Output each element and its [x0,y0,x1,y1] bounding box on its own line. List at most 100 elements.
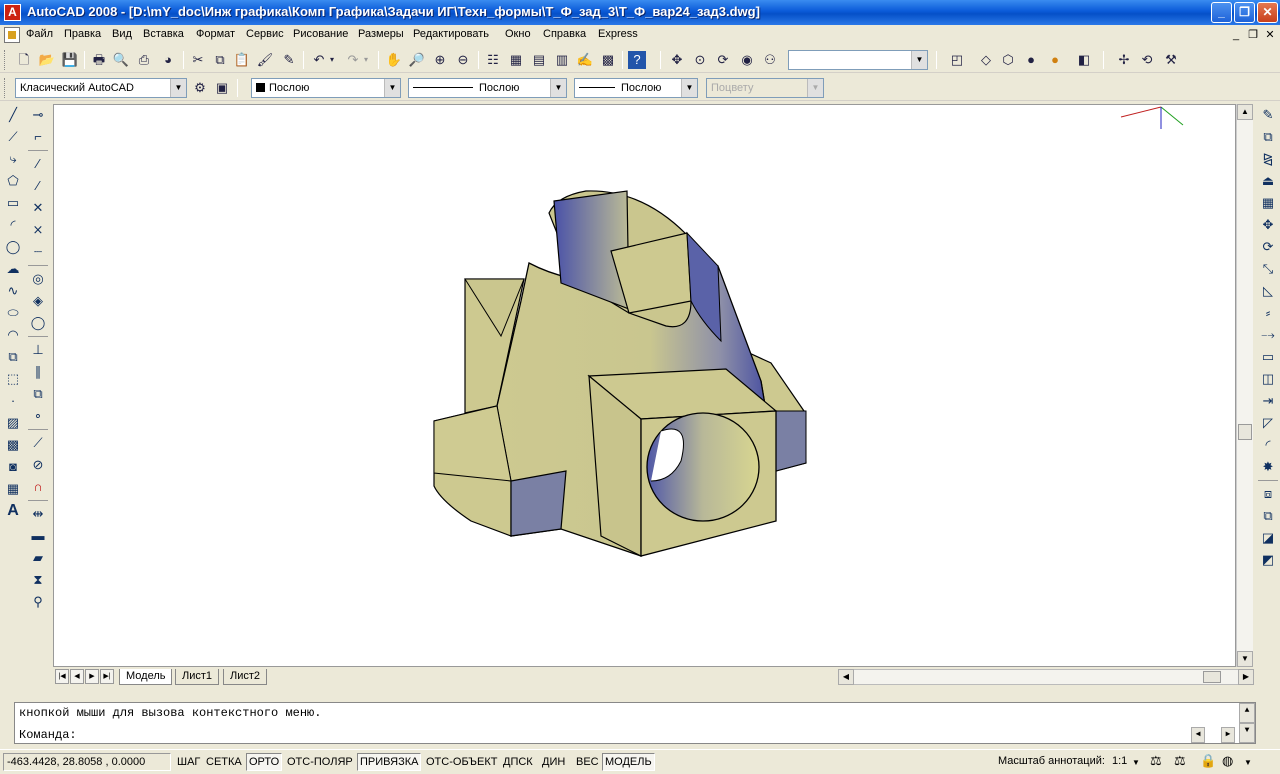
menu-modify[interactable]: Редактировать [413,28,489,40]
auto-scale-icon[interactable]: ⚖ [1174,753,1186,769]
render-region-icon[interactable]: ◰ [947,50,967,70]
open-file-icon[interactable]: 📂 [37,50,57,70]
cmd-scroll-up-button[interactable]: ▲ [1239,703,1255,723]
break-at-point-icon[interactable]: ▭ [1258,346,1278,368]
lineweight-combo[interactable]: Послою ▼ [574,78,698,98]
menu-window[interactable]: Окно [505,28,531,40]
vertical-scrollbar[interactable]: ▲ ▼ [1236,104,1253,667]
toggle-snap[interactable]: ШАГ [174,753,204,771]
new-file-icon[interactable]: 🗋 [14,50,34,70]
3d-dwf-icon[interactable]: ◕ [158,50,178,70]
polyline-icon[interactable]: ⤷ [3,148,23,170]
menu-view[interactable]: Вид [112,28,132,40]
toggle-polar[interactable]: ОТС-ПОЛЯР [284,753,356,771]
dim-aligned-icon[interactable]: ▬ [28,525,48,547]
dim-ordinate-icon[interactable]: ▰ [28,547,48,569]
command-prompt[interactable]: Команда: [19,728,77,742]
menu-help[interactable]: Справка [543,28,586,40]
annotation-visibility-icon[interactable]: ⚖ [1150,753,1162,769]
gradient-icon[interactable]: ▩ [3,434,23,456]
send-under-icon[interactable]: ◩ [1258,549,1278,571]
design-center-icon[interactable]: ▦ [506,50,526,70]
scroll-left-button[interactable]: ◀ [838,669,854,685]
linetype-combo[interactable]: Послою ▼ [408,78,567,98]
table-icon[interactable]: ▦ [3,478,23,500]
markup-icon[interactable]: ✍ [575,50,595,70]
copy-object-icon[interactable]: ⧉ [1258,126,1278,148]
menu-insert[interactable]: Вставка [143,28,184,40]
snap-perpendicular-icon[interactable]: ⊥ [28,339,48,361]
menu-dimension[interactable]: Размеры [358,28,404,40]
move-icon[interactable]: ✥ [1258,214,1278,236]
snap-intersection-icon[interactable]: ✕ [28,197,48,219]
dim-linear-icon[interactable]: ⇹ [28,503,48,525]
snap-parallel-icon[interactable]: ∥ [28,361,48,383]
block-editor-icon[interactable]: ✎ [279,50,299,70]
save-icon[interactable]: 💾 [60,50,80,70]
stretch-icon[interactable]: ◺ [1258,280,1278,302]
properties-icon[interactable]: ☷ [483,50,503,70]
command-line[interactable]: кнопкой мыши для вызова контекстного мен… [14,702,1256,744]
cmd-scroll-down-button[interactable]: ▼ [1239,723,1255,743]
tool-palettes-icon[interactable]: ▤ [529,50,549,70]
snap-extension-icon[interactable]: ┈ [28,241,48,263]
last-tab-button[interactable]: ▶| [100,669,114,684]
redo-icon[interactable]: ↷ [343,50,363,70]
spline-icon[interactable]: ∿ [3,280,23,302]
annotation-scale-value[interactable]: 1:1 [1112,755,1127,767]
zoom-icon[interactable]: ⊙ [690,50,710,70]
2d-wireframe-icon[interactable]: ◇ [976,50,996,70]
chamfer-icon[interactable]: ◸ [1258,412,1278,434]
close-button[interactable]: ✕ [1257,2,1278,23]
region-icon[interactable]: ◙ [3,456,23,478]
workspace-settings-icon[interactable]: ⚙ [190,78,210,98]
scroll-down-button[interactable]: ▼ [1237,651,1253,667]
sheet-set-icon[interactable]: ▥ [552,50,572,70]
view-combo[interactable]: ▼ [788,50,928,70]
snap-midpoint-icon[interactable]: ⁄ [28,175,48,197]
rotate-3d-icon[interactable]: ⟲ [1137,50,1157,70]
extend-icon[interactable]: ⤍ [1258,324,1278,346]
ellipse-arc-icon[interactable]: ◠ [3,324,23,346]
next-tab-button[interactable]: ▶ [85,669,99,684]
comm-center-icon[interactable]: ◍ [1222,753,1233,769]
coordinates-readout[interactable]: -463.4428, 28.8058 , 0.0000 [3,753,171,771]
zoom-realtime-icon[interactable]: 🔎 [407,50,427,70]
conceptual-icon[interactable]: ● [1045,50,1065,70]
cmd-hscroll-right[interactable]: ▶ [1221,727,1235,743]
scroll-up-button[interactable]: ▲ [1237,104,1253,120]
annotation-scale-dropdown-icon[interactable]: ▼ [1132,758,1140,767]
snap-apparent-icon[interactable]: ⨯ [28,219,48,241]
dim-continue-icon[interactable]: ⚲ [28,591,48,613]
vertical-scroll-thumb[interactable] [1238,424,1252,440]
plot-icon[interactable]: 🖶 [89,50,109,70]
point-icon[interactable]: · [3,390,23,412]
status-menu-icon[interactable]: ▼ [1244,758,1252,767]
polygon-icon[interactable]: ⬠ [3,170,23,192]
publish-icon[interactable]: ⎙ [134,50,154,70]
menu-express[interactable]: Express [598,28,638,40]
doc-minimize-button[interactable]: _ [1228,28,1244,42]
snap-tangent-icon[interactable]: ◯ [28,312,48,334]
scroll-right-button[interactable]: ▶ [1238,669,1254,685]
rotate-icon[interactable]: ⟳ [1258,236,1278,258]
tab-model[interactable]: Модель [119,669,173,685]
zoom-window-icon[interactable]: ⊕ [430,50,450,70]
menu-tools[interactable]: Сервис [246,28,284,40]
circle-icon[interactable]: ◯ [3,236,23,258]
snap-endpoint-icon[interactable]: ⁄ [28,153,48,175]
document-icon[interactable] [4,27,20,43]
line-icon[interactable]: ╱ [3,104,23,126]
break-icon[interactable]: ◫ [1258,368,1278,390]
orbit-icon[interactable]: ⟳ [713,50,733,70]
horizontal-scrollbar[interactable]: ◀ ▶ [838,669,1254,685]
temp-track-icon[interactable]: ⊸ [28,104,48,126]
osnap-settings-icon[interactable]: ∩ [28,476,48,498]
hatch-icon[interactable]: ▨ [3,412,23,434]
array-icon[interactable]: ▦ [1258,192,1278,214]
doc-close-button[interactable]: ✕ [1262,28,1278,42]
menu-edit[interactable]: Правка [64,28,101,40]
menu-draw[interactable]: Рисование [293,28,348,40]
tab-layout2[interactable]: Лист2 [223,669,268,685]
toggle-grid[interactable]: СЕТКА [203,753,245,771]
